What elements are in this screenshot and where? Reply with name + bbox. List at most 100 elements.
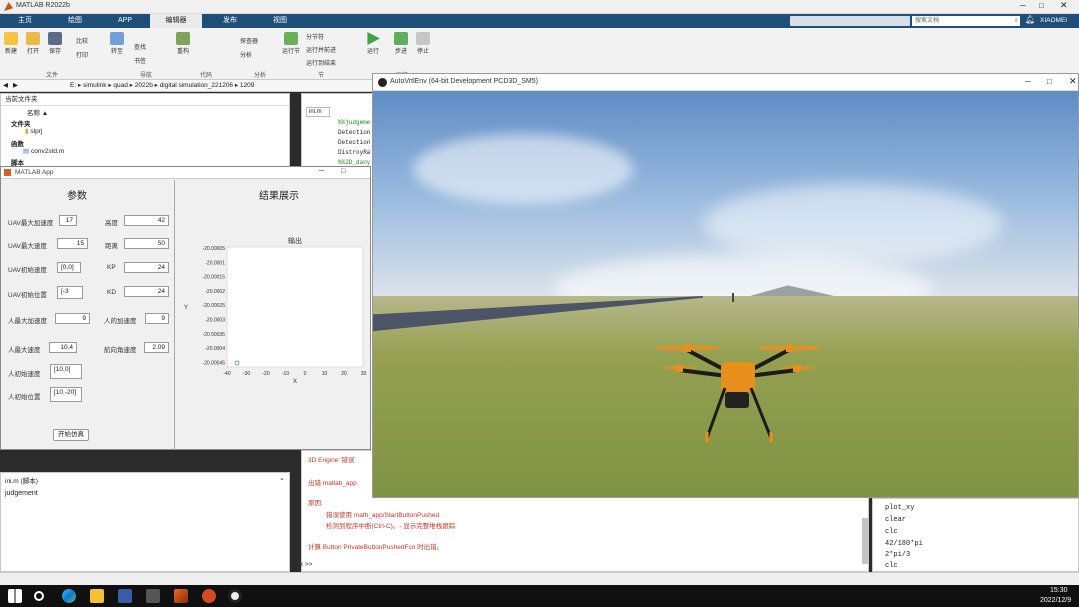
error-link[interactable]: 错误使用 math_app/StartButtonPushed — [326, 509, 439, 519]
quick-access-toolbar[interactable] — [790, 16, 910, 26]
m-file-icon: ▤ — [23, 148, 30, 155]
chevron-down-icon[interactable]: ⌄ — [279, 474, 285, 482]
file-explorer-icon[interactable] — [90, 589, 104, 603]
plot-area — [226, 246, 364, 368]
open-button[interactable]: 打开 — [26, 32, 40, 55]
heading-rate-field[interactable]: 2.09 — [144, 342, 169, 353]
minimize-button[interactable]: ─ — [1020, 1, 1026, 10]
group-label-section: 节 — [318, 73, 325, 79]
person-init-pos-label: 人初始位置 — [8, 394, 41, 401]
uav-max-acc-label: UAV最大加速度 — [8, 220, 54, 227]
list-item[interactable]: ▮ slprj — [25, 127, 42, 135]
code-line[interactable]: Detection — [338, 139, 370, 146]
goto-button[interactable]: 转至 — [110, 32, 124, 55]
print-button[interactable]: 打印 — [76, 50, 88, 59]
uav-max-speed-field[interactable]: 15 — [57, 238, 88, 249]
run-and-advance-button[interactable]: 运行并前进 — [306, 45, 336, 54]
x-tick-label: 30 — [361, 371, 367, 377]
bookmark-button[interactable]: 书签 — [134, 56, 146, 65]
uav-max-acc-field[interactable]: 17 — [59, 215, 77, 226]
tab-editor[interactable]: 编辑器 — [150, 14, 202, 28]
uav-init-speed-field[interactable]: [0,0] — [57, 262, 81, 273]
x-axis-label: X — [293, 379, 297, 385]
x-tick-label: 0 — [304, 371, 307, 377]
run-to-end-button[interactable]: 运行到结束 — [306, 58, 336, 67]
code-line[interactable]: %%judgeme — [338, 119, 370, 126]
tab-plots[interactable]: 绘图 — [56, 14, 94, 28]
height-field[interactable]: 42 — [124, 215, 169, 226]
app-title: MATLAB App — [15, 169, 54, 176]
uav-init-pos-field[interactable]: [-3 — [57, 286, 83, 299]
app-icon[interactable] — [146, 589, 160, 603]
tab-home[interactable]: 主页 — [6, 14, 44, 28]
unreal-maximize-button[interactable]: □ — [1047, 77, 1052, 86]
person-init-speed-field[interactable]: [10,0] — [50, 364, 82, 379]
step-button[interactable]: 步进 — [394, 32, 408, 55]
distance-field[interactable]: 50 — [124, 238, 169, 249]
start-simulation-button[interactable]: 开始仿真 — [53, 429, 89, 441]
save-button[interactable]: 保存 — [48, 32, 62, 55]
y-axis-label: Y — [184, 305, 188, 311]
cloud — [413, 134, 633, 204]
unreal-taskbar-icon[interactable] — [228, 589, 242, 603]
address-bar[interactable]: ◀ ▶ E: ▸ simulink ▸ quad ▸ 2022b ▸ digit… — [0, 80, 372, 92]
forward-arrow-icon[interactable]: ▶ — [13, 80, 18, 92]
maximize-button[interactable]: □ — [1039, 1, 1044, 10]
list-item[interactable]: ▤ conv2std.m — [23, 147, 64, 155]
history-item[interactable]: clc — [885, 528, 898, 536]
person-max-speed-field[interactable]: 10.4 — [49, 342, 77, 353]
back-arrow-icon[interactable]: ◀ — [3, 80, 8, 92]
kd-field[interactable]: 24 — [124, 286, 169, 297]
refactor-button[interactable]: 重构 — [176, 32, 190, 55]
search-icon[interactable] — [34, 591, 44, 601]
section-break-button[interactable]: 分节符 — [306, 32, 324, 41]
tab-view[interactable]: 视图 — [258, 14, 302, 28]
name-column-header[interactable]: 名称 ▲ — [27, 107, 48, 117]
editor-tab[interactable]: ini.m — [306, 107, 330, 117]
find-button[interactable]: 查找 — [134, 42, 146, 51]
arrow-icon — [110, 32, 124, 45]
history-item[interactable]: clc — [885, 562, 898, 570]
search-documentation-input[interactable]: 搜索文档 ⌕ — [912, 16, 1020, 26]
command-window-scrollbar[interactable] — [862, 518, 868, 564]
app-maximize-button[interactable]: □ — [341, 168, 345, 175]
code-line[interactable]: %%2D_dany — [338, 159, 370, 166]
stop-button[interactable]: 停止 — [416, 32, 430, 55]
matlab-taskbar-icon[interactable] — [174, 589, 188, 603]
kp-field[interactable]: 24 — [124, 262, 169, 273]
app-minimize-button[interactable]: ─ — [319, 168, 324, 175]
code-line[interactable]: DistroyRa — [338, 149, 370, 156]
new-button[interactable]: 新建 — [4, 32, 18, 55]
command-line[interactable]: 检测到程序中断(Ctrl-C)。- 显示完整堆栈跟踪 — [326, 520, 455, 530]
windows-start-icon[interactable] — [8, 589, 22, 603]
edge-browser-icon[interactable] — [62, 589, 76, 603]
history-item[interactable]: plot_xy — [885, 504, 914, 512]
history-item[interactable]: 2*pi/3 — [885, 551, 910, 559]
user-account-menu[interactable]: XIAOMEI — [1040, 17, 1067, 24]
tab-apps[interactable]: APP — [106, 14, 144, 28]
close-button[interactable]: ✕ — [1060, 0, 1068, 11]
person-max-acc-field[interactable]: 9 — [55, 313, 90, 324]
notification-bell-icon[interactable]: 🔔︎ — [1025, 15, 1035, 24]
unreal-viewport-window: AutoVrtlEnv (64-bit Development PCD3D_SM… — [372, 73, 1079, 498]
history-item[interactable]: 42/180*pi — [885, 540, 923, 548]
group-label-code: 代码 — [200, 73, 213, 79]
app-icon[interactable] — [118, 589, 132, 603]
unreal-minimize-button[interactable]: ─ — [1025, 77, 1031, 86]
run-button[interactable]: 运行 — [366, 32, 380, 55]
tab-publish[interactable]: 发布 — [208, 14, 252, 28]
person-init-pos-field[interactable]: [10,-20] — [50, 387, 82, 402]
analyze-button[interactable]: 分析 — [240, 50, 252, 59]
y-tick-label: -20.00045 — [202, 360, 225, 366]
person-max-speed-label: 人最大速度 — [8, 347, 41, 354]
compare-button[interactable]: 比较 — [76, 36, 88, 45]
unreal-close-button[interactable]: ✕ — [1069, 76, 1077, 87]
person-acc-field[interactable]: 9 — [145, 313, 169, 324]
app-icon[interactable] — [202, 589, 216, 603]
window-title: MATLAB R2022b — [16, 2, 70, 9]
code-line[interactable]: Detection — [338, 129, 370, 136]
profiler-button[interactable]: 探查器 — [240, 36, 258, 45]
history-item[interactable]: clear — [885, 516, 906, 524]
command-prompt[interactable]: fx >> — [298, 561, 312, 568]
run-section-button[interactable]: 运行节 — [282, 32, 300, 55]
